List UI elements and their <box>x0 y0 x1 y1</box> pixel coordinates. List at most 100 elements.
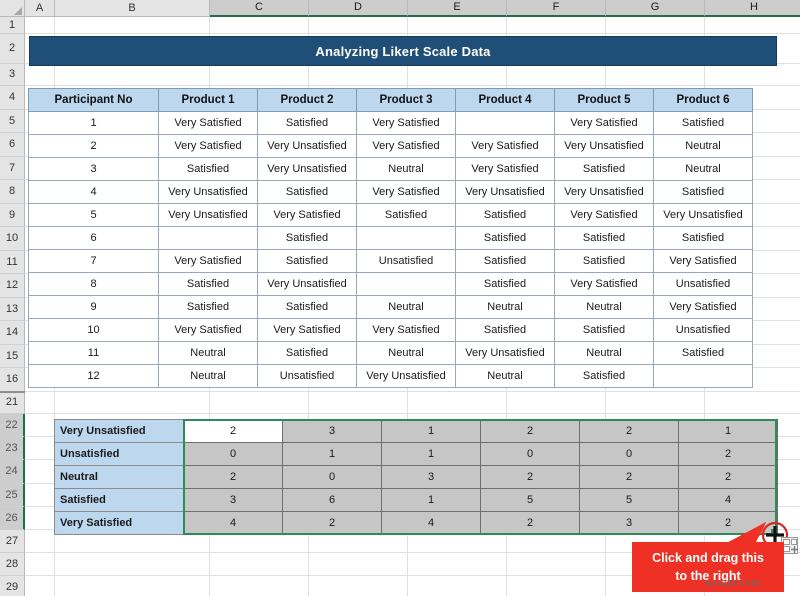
summary-count-cell[interactable]: 6 <box>283 489 382 512</box>
participant-no-cell[interactable]: 8 <box>29 273 159 296</box>
rating-cell[interactable]: Satisfied <box>258 112 357 135</box>
summary-count-cell[interactable]: 2 <box>283 512 382 535</box>
table-row[interactable]: 9SatisfiedSatisfiedNeutralNeutralNeutral… <box>29 296 753 319</box>
summary-count-cell[interactable]: 4 <box>382 512 481 535</box>
summary-count-cell[interactable]: 5 <box>580 489 679 512</box>
row-header-25[interactable]: 25 <box>0 484 25 507</box>
summary-active-cell[interactable]: 2 <box>184 420 283 443</box>
rating-cell[interactable]: Neutral <box>654 135 753 158</box>
rating-cell[interactable]: Very Satisfied <box>654 250 753 273</box>
summary-row[interactable]: Very Satisfied424232 <box>55 512 778 535</box>
summary-count-cell[interactable]: 1 <box>382 420 481 443</box>
summary-count-cell[interactable]: 0 <box>283 466 382 489</box>
rating-cell[interactable]: Very Satisfied <box>159 112 258 135</box>
rating-cell[interactable]: Very Satisfied <box>159 135 258 158</box>
rating-cell[interactable]: Neutral <box>357 342 456 365</box>
rating-cell[interactable]: Neutral <box>159 342 258 365</box>
summary-count-cell[interactable]: 2 <box>679 466 778 489</box>
row-header-23[interactable]: 23 <box>0 437 25 460</box>
participant-no-cell[interactable]: 10 <box>29 319 159 342</box>
rating-cell[interactable]: Very Unsatisfied <box>258 158 357 181</box>
participant-no-cell[interactable]: 7 <box>29 250 159 273</box>
rating-cell[interactable]: Very Satisfied <box>258 204 357 227</box>
row-header-8[interactable]: 8 <box>0 180 25 204</box>
row-header-26[interactable]: 26 <box>0 507 25 530</box>
rating-cell[interactable]: Neutral <box>357 296 456 319</box>
row-header-12[interactable]: 12 <box>0 274 25 298</box>
table-row[interactable]: 4Very UnsatisfiedSatisfiedVery Satisfied… <box>29 181 753 204</box>
summary-count-cell[interactable]: 1 <box>382 489 481 512</box>
row-header-14[interactable]: 14 <box>0 321 25 345</box>
row-header-21[interactable]: 21 <box>0 392 25 414</box>
rating-cell[interactable]: Satisfied <box>555 250 654 273</box>
row-header-11[interactable]: 11 <box>0 251 25 274</box>
row-header-24[interactable]: 24 <box>0 460 25 484</box>
table-row[interactable]: 6SatisfiedSatisfiedSatisfiedSatisfied <box>29 227 753 250</box>
rating-cell[interactable]: Very Unsatisfied <box>258 135 357 158</box>
summary-count-cell[interactable]: 1 <box>679 420 778 443</box>
rating-cell[interactable]: Unsatisfied <box>654 273 753 296</box>
summary-row[interactable]: Satisfied361554 <box>55 489 778 512</box>
rating-cell[interactable]: Very Satisfied <box>555 204 654 227</box>
table-row[interactable]: 2Very SatisfiedVery UnsatisfiedVery Sati… <box>29 135 753 158</box>
participant-no-cell[interactable]: 11 <box>29 342 159 365</box>
rating-cell[interactable]: Satisfied <box>555 158 654 181</box>
column-header-f[interactable]: F <box>507 0 606 17</box>
table-row[interactable]: 11NeutralSatisfiedNeutralVery Unsatisfie… <box>29 342 753 365</box>
rating-cell[interactable]: Satisfied <box>654 227 753 250</box>
row-header-2[interactable]: 2 <box>0 34 25 64</box>
table-row[interactable]: 3SatisfiedVery UnsatisfiedNeutralVery Sa… <box>29 158 753 181</box>
rating-cell[interactable]: Very Unsatisfied <box>159 181 258 204</box>
rating-cell[interactable]: Very Satisfied <box>357 135 456 158</box>
summary-count-cell[interactable]: 4 <box>679 489 778 512</box>
rating-cell[interactable] <box>654 365 753 388</box>
column-header-d[interactable]: D <box>309 0 408 17</box>
row-header-6[interactable]: 6 <box>0 133 25 157</box>
rating-cell[interactable]: Satisfied <box>456 273 555 296</box>
rating-cell[interactable]: Very Unsatisfied <box>654 204 753 227</box>
row-header-28[interactable]: 28 <box>0 553 25 576</box>
rating-cell[interactable]: Satisfied <box>654 181 753 204</box>
rating-cell[interactable]: Satisfied <box>654 342 753 365</box>
summary-count-cell[interactable]: 0 <box>580 443 679 466</box>
row-header-10[interactable]: 10 <box>0 227 25 251</box>
column-header-e[interactable]: E <box>408 0 507 17</box>
summary-count-cell[interactable]: 3 <box>382 466 481 489</box>
rating-cell[interactable]: Neutral <box>456 365 555 388</box>
row-header-15[interactable]: 15 <box>0 345 25 368</box>
participant-no-cell[interactable]: 2 <box>29 135 159 158</box>
table-row[interactable]: 8SatisfiedVery UnsatisfiedSatisfiedVery … <box>29 273 753 296</box>
summary-count-cell[interactable]: 2 <box>481 420 580 443</box>
rating-cell[interactable]: Very Satisfied <box>456 158 555 181</box>
rating-cell[interactable]: Unsatisfied <box>654 319 753 342</box>
rating-cell[interactable]: Satisfied <box>258 342 357 365</box>
participant-no-cell[interactable]: 6 <box>29 227 159 250</box>
rating-cell[interactable]: Neutral <box>456 296 555 319</box>
rating-cell[interactable]: Satisfied <box>654 112 753 135</box>
row-header-5[interactable]: 5 <box>0 110 25 133</box>
table-row[interactable]: 7Very SatisfiedSatisfiedUnsatisfiedSatis… <box>29 250 753 273</box>
row-header-7[interactable]: 7 <box>0 157 25 180</box>
summary-count-cell[interactable]: 1 <box>283 443 382 466</box>
rating-cell[interactable]: Very Unsatisfied <box>555 135 654 158</box>
summary-count-cell[interactable]: 2 <box>580 420 679 443</box>
row-header-13[interactable]: 13 <box>0 298 25 321</box>
rating-cell[interactable] <box>357 227 456 250</box>
column-header-g[interactable]: G <box>606 0 705 17</box>
participant-no-cell[interactable]: 1 <box>29 112 159 135</box>
table-row[interactable]: 10Very SatisfiedVery SatisfiedVery Satis… <box>29 319 753 342</box>
rating-cell[interactable]: Very Unsatisfied <box>159 204 258 227</box>
participant-no-cell[interactable]: 9 <box>29 296 159 319</box>
summary-body[interactable]: Very Unsatisfied231221Unsatisfied011002N… <box>55 420 778 535</box>
summary-count-cell[interactable]: 0 <box>184 443 283 466</box>
rating-cell[interactable]: Neutral <box>555 296 654 319</box>
rating-cell[interactable]: Very Satisfied <box>357 112 456 135</box>
table-row[interactable]: 5Very UnsatisfiedVery SatisfiedSatisfied… <box>29 204 753 227</box>
row-header-29[interactable]: 29 <box>0 576 25 596</box>
summary-count-cell[interactable]: 3 <box>580 512 679 535</box>
likert-summary-table[interactable]: Very Unsatisfied231221Unsatisfied011002N… <box>54 419 778 535</box>
rating-cell[interactable]: Satisfied <box>456 250 555 273</box>
summary-count-cell[interactable]: 0 <box>481 443 580 466</box>
rating-cell[interactable]: Very Satisfied <box>357 181 456 204</box>
summary-row[interactable]: Unsatisfied011002 <box>55 443 778 466</box>
